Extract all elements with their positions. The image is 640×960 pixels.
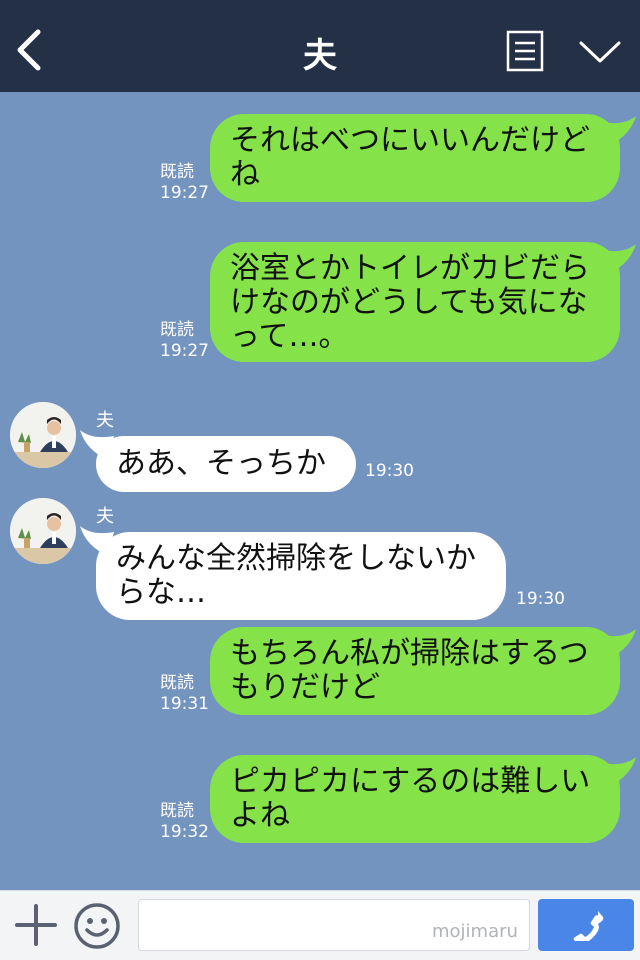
message-time: 19:30 — [516, 589, 565, 609]
input-bar: mojimaru — [0, 890, 640, 960]
read-receipt: 既読 — [160, 673, 194, 693]
avatar-image — [10, 498, 76, 564]
watermark: mojimaru — [432, 921, 518, 942]
avatar-image — [10, 402, 76, 468]
message-line: らな… — [116, 575, 206, 610]
message-line: けなのがどうしても気にな — [230, 285, 588, 320]
avatar[interactable] — [10, 402, 76, 468]
bubble-tail — [602, 757, 636, 787]
message-line: もりだけど — [230, 670, 380, 705]
message-meta: 既読 19:31 — [160, 673, 209, 715]
phone-icon — [573, 911, 604, 941]
message-meta: 既読 19:27 — [160, 320, 209, 362]
read-receipt: 既読 — [160, 801, 194, 821]
message-line: もちろん私が掃除はするつ — [230, 636, 589, 671]
chevron-down-icon[interactable] — [578, 38, 622, 66]
sender-name: 夫 — [96, 506, 114, 527]
message-line: みんな全然掃除をしないか — [116, 541, 476, 576]
message-line: よね — [230, 798, 290, 833]
message-meta: 既読 19:32 — [160, 801, 209, 843]
message-time: 19:32 — [160, 822, 209, 842]
bubble-tail — [602, 116, 636, 146]
message-line: 浴室とかトイレがカビだら — [230, 251, 590, 286]
message-time: 19:27 — [160, 341, 209, 361]
call-button[interactable] — [538, 899, 634, 951]
message-line: ああ、そっちか — [116, 446, 326, 481]
notes-icon[interactable] — [506, 30, 544, 72]
message-bubble-outgoing[interactable]: ピカピカにするのは難しい よね — [210, 755, 620, 843]
read-receipt: 既読 — [160, 320, 194, 340]
bubble-tail — [602, 244, 636, 274]
message-time: 19:31 — [160, 694, 209, 714]
bubble-tail — [602, 629, 636, 659]
message-time: 19:30 — [365, 461, 414, 481]
smiley-icon[interactable] — [72, 901, 122, 951]
message-bubble-outgoing[interactable]: それはべつにいいんだけど ね — [210, 114, 620, 202]
plus-icon[interactable] — [14, 903, 58, 947]
message-line: ピカピカにするのは難しい — [230, 764, 591, 799]
message-bubble-outgoing[interactable]: 浴室とかトイレがカビだら けなのがどうしても気にな って…。 — [210, 242, 620, 362]
read-receipt: 既読 — [160, 162, 194, 182]
message-line: ね — [230, 157, 260, 192]
sender-name: 夫 — [96, 410, 114, 431]
chat-area[interactable]: 既読 19:27 それはべつにいいんだけど ね 既読 19:27 浴室とかトイレ… — [0, 92, 640, 890]
chat-title: 夫 — [303, 36, 337, 76]
avatar[interactable] — [10, 498, 76, 564]
chat-header: 夫 — [0, 0, 640, 92]
message-bubble-incoming[interactable]: みんな全然掃除をしないか らな… — [96, 532, 506, 620]
message-meta: 既読 19:27 — [160, 162, 209, 204]
message-line: って…。 — [230, 319, 349, 354]
message-bubble-outgoing[interactable]: もちろん私が掃除はするつ もりだけど — [210, 627, 620, 715]
message-time: 19:27 — [160, 183, 209, 203]
message-line: それはべつにいいんだけど — [230, 123, 590, 158]
message-bubble-incoming[interactable]: ああ、そっちか — [96, 436, 356, 492]
